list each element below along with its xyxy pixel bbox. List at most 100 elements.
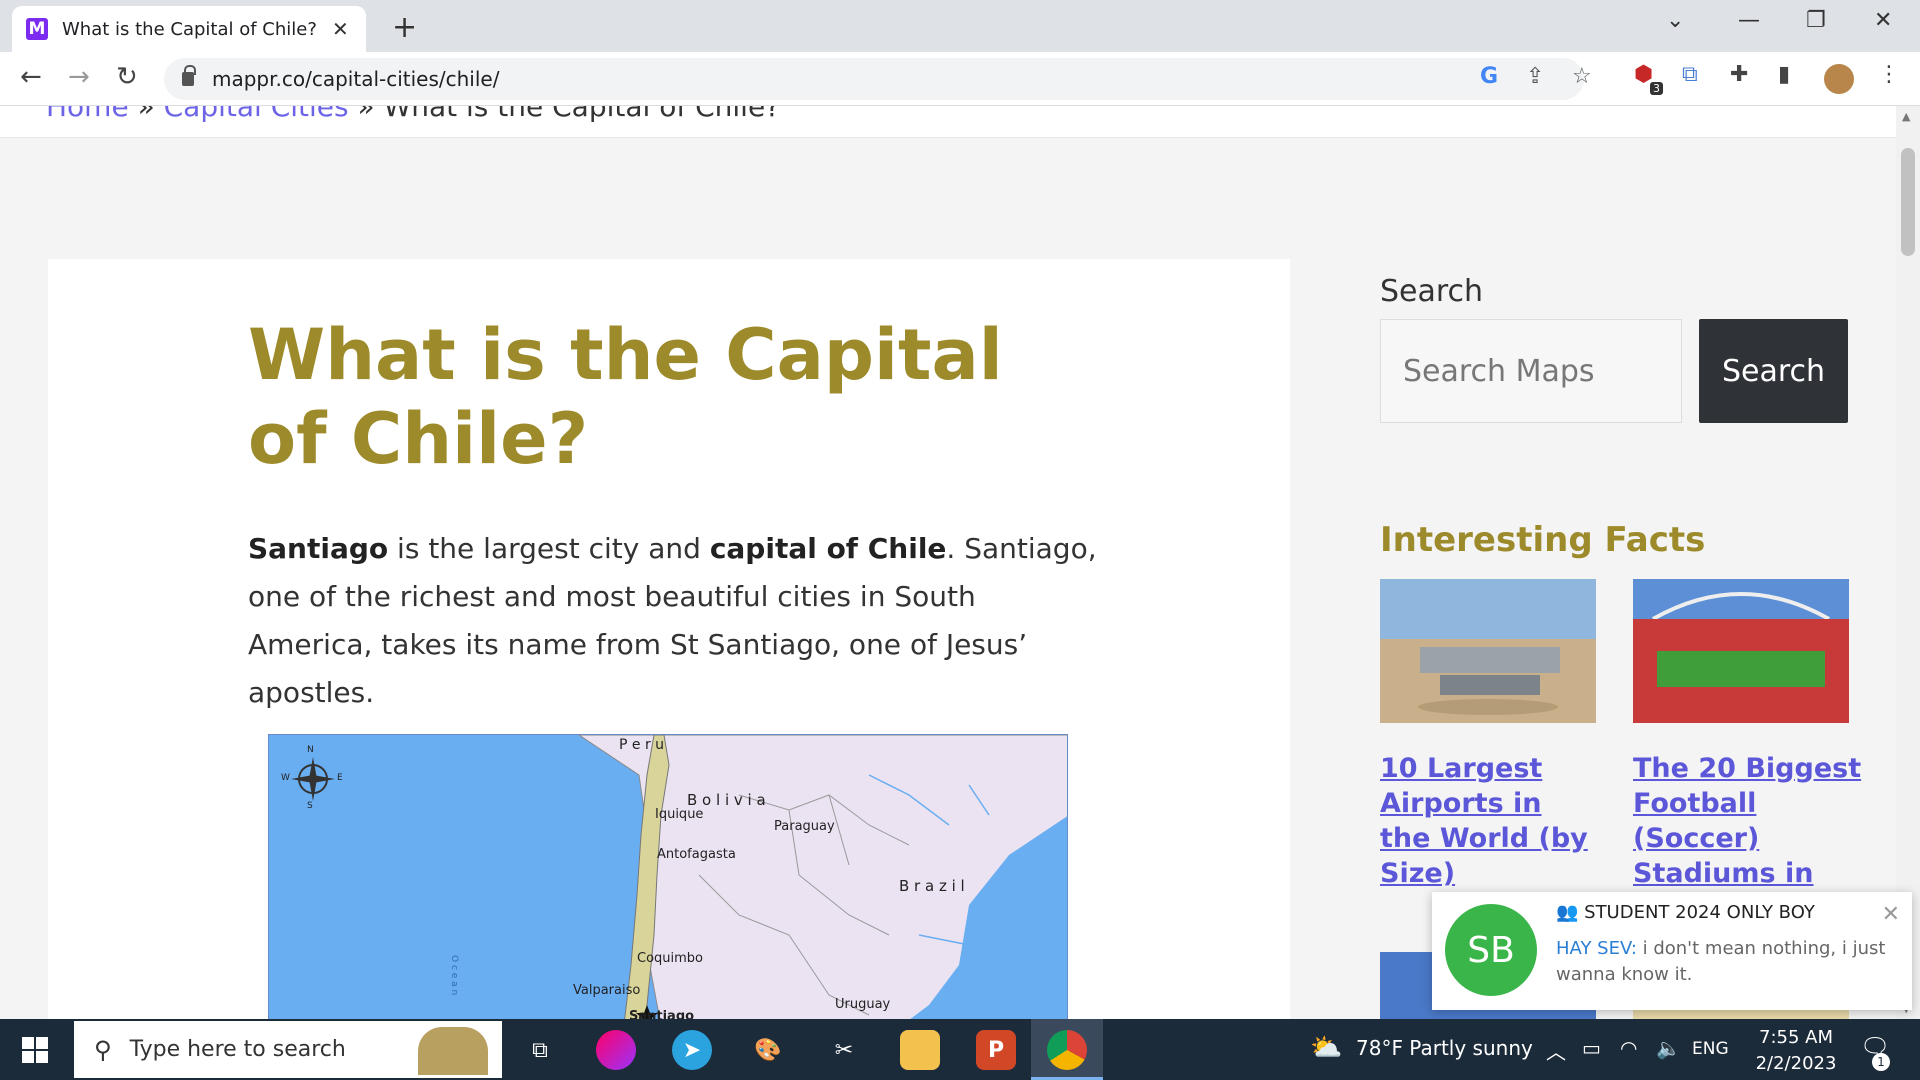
intro-bold-santiago: Santiago — [248, 532, 389, 565]
map-label-ocean: O c e a n — [449, 955, 459, 996]
tab-close-icon[interactable]: ✕ — [332, 17, 349, 41]
sender-avatar: SB — [1445, 904, 1537, 996]
volume-icon[interactable]: 🔈 — [1656, 1036, 1681, 1060]
clock-time: 7:55 AM — [1759, 1027, 1833, 1048]
airport-thumbnail[interactable] — [1380, 579, 1596, 723]
forward-icon[interactable]: → — [68, 62, 90, 92]
extensions-puzzle-icon[interactable]: ✚ — [1730, 62, 1748, 87]
web-page: Home » Capital Cities » What is the Capi… — [0, 106, 1896, 1019]
weather-icon[interactable]: ⛅ — [1310, 1033, 1342, 1063]
breadcrumb-capital-cities-link[interactable]: Capital Cities — [164, 106, 349, 123]
share-icon[interactable]: ⇪ — [1526, 64, 1544, 89]
map-label-brazil: B r a z i l — [899, 877, 965, 895]
battery-icon[interactable]: ▭ — [1582, 1036, 1601, 1060]
map-label-antofagasta: Antofagasta — [657, 847, 736, 862]
mappr-favicon-icon: M — [26, 18, 48, 40]
extension-badge: 3 — [1650, 82, 1663, 95]
tab-title: What is the Capital of Chile? | Mapp — [62, 18, 324, 40]
menu-kebab-icon[interactable]: ⋮ — [1878, 62, 1900, 87]
clock[interactable]: 7:55 AM 2/2/2023 — [1748, 1025, 1844, 1077]
lock-icon[interactable] — [182, 65, 196, 86]
facts-heading: Interesting Facts — [1380, 520, 1706, 560]
file-explorer-icon[interactable] — [900, 1030, 940, 1070]
notification-close-icon[interactable]: ✕ — [1882, 902, 1900, 927]
address-bar[interactable]: mappr.co/capital-cities/chile/ G ⇪ ☆ — [164, 58, 1592, 100]
telegram-icon[interactable]: ➤ — [672, 1030, 712, 1070]
tab-search-chevron-icon[interactable]: ⌄ — [1666, 8, 1684, 33]
windows-start-icon[interactable] — [22, 1037, 48, 1063]
compass-s-label: S — [307, 801, 313, 811]
search-button[interactable]: Search — [1699, 319, 1848, 423]
article-card: What is the Capital of Chile? Santiago i… — [48, 259, 1290, 1019]
paint-icon[interactable]: 🎨 — [748, 1030, 788, 1070]
search-highlight-image — [418, 1027, 488, 1075]
compass-n-label: N — [307, 745, 314, 755]
chat-notification[interactable]: SB 👥 STUDENT 2024 ONLY BOY HAY SEV: i do… — [1432, 892, 1912, 1010]
show-hidden-icons-icon[interactable]: ︿ — [1546, 1036, 1566, 1065]
intro-text: is the largest city and — [388, 532, 710, 565]
powerpoint-icon[interactable]: P — [976, 1030, 1016, 1070]
breadcrumb-bar: Home » Capital Cities » What is the Capi… — [0, 106, 1896, 138]
taskbar-search-box[interactable]: ⚲ Type here to search — [74, 1021, 502, 1078]
bookmark-star-icon[interactable]: ☆ — [1572, 64, 1592, 89]
windows-taskbar: ⚲ Type here to search ⧉ ➤ 🎨 ✂ P ⛅ 78°F P… — [0, 1019, 1920, 1080]
chile-map: N S W E P e r u B o l i v i a Iquique Pa… — [268, 734, 1068, 1019]
map-label-paraguay: Paraguay — [774, 819, 835, 834]
task-view-icon[interactable]: ⧉ — [520, 1030, 560, 1070]
fact-link-airports[interactable]: 10 Largest Airports in the World (by Siz… — [1380, 751, 1596, 891]
search-icon: ⚲ — [94, 1035, 112, 1064]
wifi-icon[interactable]: ◠ — [1620, 1036, 1637, 1060]
browser-toolbar: ← → ↻ mappr.co/capital-cities/chile/ G ⇪… — [0, 52, 1920, 106]
sidebar-search-heading: Search — [1380, 274, 1484, 309]
compass-w-label: W — [281, 773, 290, 783]
back-icon[interactable]: ← — [20, 62, 42, 92]
google-icon[interactable]: G — [1480, 64, 1498, 89]
weather-text[interactable]: 78°F Partly sunny — [1356, 1036, 1533, 1060]
map-label-valparaiso: Valparaiso — [573, 983, 641, 998]
minimize-icon[interactable]: — — [1738, 8, 1760, 33]
map-label-santiago: Santiago — [629, 1009, 695, 1019]
map-label-peru: P e r u — [619, 737, 665, 753]
stadium-thumbnail[interactable] — [1633, 579, 1849, 723]
notification-group-name: STUDENT 2024 ONLY BOY — [1584, 902, 1815, 923]
stadium-image — [1633, 579, 1849, 723]
page-scrollbar[interactable]: ▲ ▼ — [1896, 106, 1920, 1019]
breadcrumb: Home » Capital Cities » What is the Capi… — [46, 106, 780, 123]
close-window-icon[interactable]: ✕ — [1874, 8, 1892, 33]
scroll-up-icon[interactable]: ▲ — [1902, 110, 1910, 123]
map-label-uruguay: Uruguay — [835, 997, 891, 1012]
url-text[interactable]: mappr.co/capital-cities/chile/ — [212, 67, 499, 91]
language-indicator[interactable]: ENG — [1692, 1039, 1729, 1059]
breadcrumb-home-link[interactable]: Home — [46, 106, 129, 123]
map-label-iquique: Iquique — [655, 807, 704, 822]
app-icon[interactable] — [596, 1030, 636, 1070]
compass-e-label: E — [337, 773, 343, 783]
clock-date: 2/2/2023 — [1755, 1053, 1837, 1074]
page-title: What is the Capital of Chile? — [248, 314, 1003, 480]
notification-group: 👥 STUDENT 2024 ONLY BOY — [1556, 902, 1815, 923]
intro-bold-capital: capital of Chile — [709, 532, 947, 565]
restore-icon[interactable]: ❐ — [1806, 8, 1826, 33]
notification-count-badge: 1 — [1872, 1053, 1890, 1071]
side-panel-icon[interactable]: ▮ — [1778, 62, 1790, 87]
breadcrumb-current: What is the Capital of Chile? — [383, 106, 781, 123]
translate-icon[interactable]: ⧉ — [1682, 62, 1698, 87]
breadcrumb-separator: » — [128, 106, 164, 123]
notification-message: HAY SEV: i don't mean nothing, i just wa… — [1556, 936, 1886, 988]
tab-strip: M What is the Capital of Chile? | Mapp ✕… — [0, 0, 1920, 52]
chrome-icon[interactable] — [1047, 1030, 1087, 1070]
intro-paragraph: Santiago is the largest city and capital… — [248, 525, 1108, 717]
notification-sender: HAY SEV: — [1556, 938, 1637, 959]
snipping-tool-icon[interactable]: ✂ — [824, 1030, 864, 1070]
new-tab-icon[interactable]: + — [392, 10, 417, 45]
reload-icon[interactable]: ↻ — [116, 62, 138, 92]
profile-avatar[interactable] — [1824, 64, 1854, 94]
airport-image — [1380, 579, 1596, 723]
search-input[interactable]: Search Maps — [1380, 319, 1682, 423]
breadcrumb-separator: » — [348, 106, 384, 123]
scroll-thumb[interactable] — [1901, 148, 1915, 256]
map-label-coquimbo: Coquimbo — [637, 951, 704, 966]
group-people-icon: 👥 — [1556, 902, 1585, 923]
browser-tab[interactable]: M What is the Capital of Chile? | Mapp ✕ — [12, 6, 366, 52]
taskbar-search-placeholder: Type here to search — [129, 1037, 346, 1062]
